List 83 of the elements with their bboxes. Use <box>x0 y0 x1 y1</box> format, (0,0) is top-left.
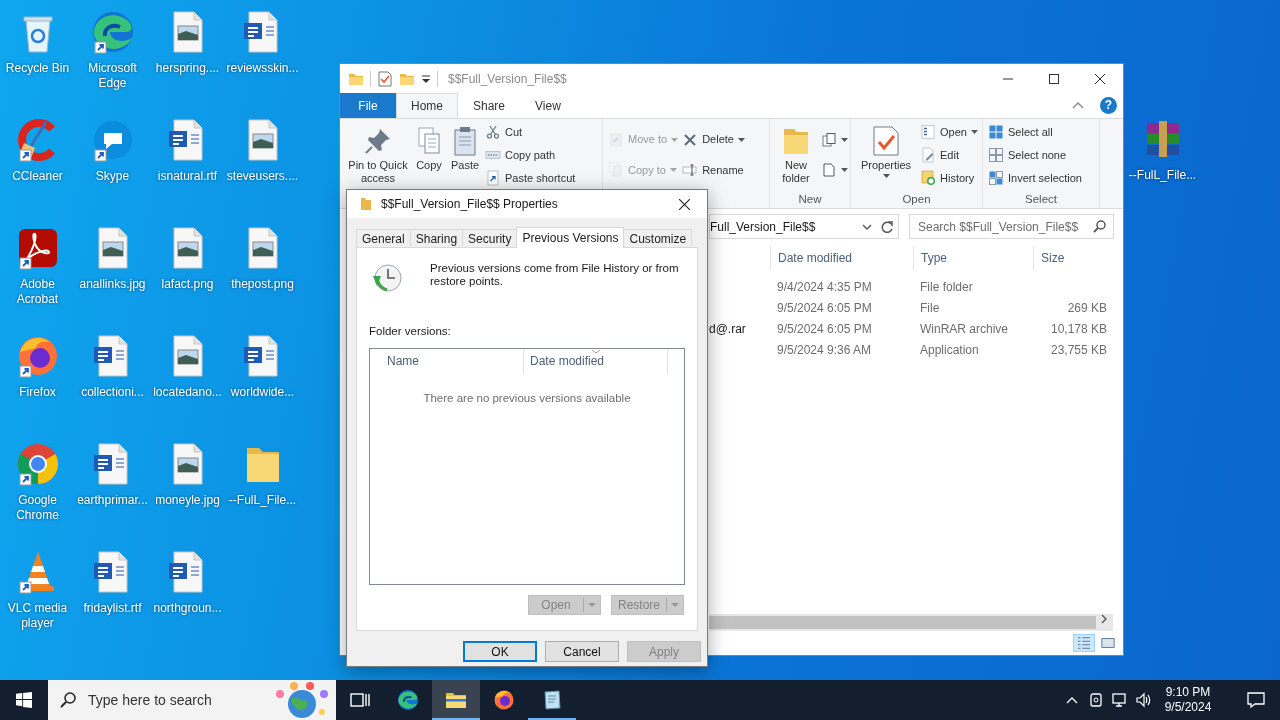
ribbon-button[interactable]: Cut <box>484 122 577 142</box>
refresh-icon[interactable] <box>880 219 894 234</box>
ribbon-button[interactable]: Rename <box>681 160 746 181</box>
windows-logo-icon <box>16 692 32 708</box>
group-label: Open <box>901 192 932 207</box>
sort-indicator-icon <box>592 350 600 355</box>
group-label: Select <box>1024 192 1058 207</box>
address-field[interactable]: Full_Version_File$$ <box>709 214 899 239</box>
versions-list[interactable]: Name Date modified There are no previous versions available <box>369 348 685 586</box>
column-header[interactable]: Size <box>1033 246 1113 270</box>
close-icon <box>678 198 690 210</box>
taskview-icon <box>350 691 370 709</box>
ribbon-button[interactable]: New folder <box>774 125 818 185</box>
type-cell-text: Application <box>919 342 980 359</box>
search-field[interactable]: Search $$Full_Version_File$$ <box>909 214 1114 239</box>
notification-icon <box>1247 691 1265 709</box>
ribbon-button[interactable]: Copy path <box>484 145 577 165</box>
ribbon-button[interactable]: Invert selection <box>987 168 1083 188</box>
desktop-icon[interactable]: --FulL_File... <box>1125 113 1200 183</box>
wave-logo-icon <box>396 688 420 712</box>
window-title: $$Full_Version_File$$ <box>448 70 567 88</box>
clock[interactable]: 9:10 PM 9/5/2024 <box>1156 685 1220 715</box>
ribbon-button[interactable]: Copy <box>412 125 446 172</box>
file-name[interactable]: d@.rar <box>709 319 770 340</box>
info-text: Previous versions come from File History or from restore points. <box>430 262 680 289</box>
ribbon-button[interactable]: Select all <box>987 122 1083 142</box>
thumbnail-view-icon <box>1101 636 1115 650</box>
date-cell-text: 9/5/2024 6:05 PM <box>776 300 873 317</box>
dialog-tab[interactable]: Previous Versions <box>516 227 625 248</box>
column-header[interactable]: Type <box>913 246 1033 270</box>
date-cell-text: 9/4/2024 4:35 PM <box>776 279 873 296</box>
taskbar-search-field[interactable]: Type here to search <box>48 680 336 720</box>
device-icon[interactable] <box>1088 692 1104 708</box>
caret-icon[interactable] <box>421 73 431 84</box>
collapse-ribbon-icon[interactable] <box>1072 102 1084 109</box>
network-icon[interactable] <box>1112 692 1128 708</box>
clock-icon <box>370 262 404 294</box>
date-cell-text: 9/5/2024 9:36 AM <box>776 342 873 359</box>
ribbon-button[interactable]: Paste <box>448 125 482 172</box>
list-view-icon <box>1077 636 1091 650</box>
ok-button[interactable]: OK <box>463 641 537 662</box>
size-cell-text: 269 KB <box>1066 300 1108 317</box>
ribbon-tab[interactable]: View <box>520 93 576 118</box>
type-cell-text: File <box>919 300 941 317</box>
horizontal-scrollbar[interactable] <box>709 614 1113 631</box>
list-label: Folder versions: <box>369 324 452 339</box>
ribbon-button[interactable]: Delete <box>681 129 746 150</box>
cancel-button[interactable]: Cancel <box>545 641 619 662</box>
ribbon-tab[interactable]: Share <box>458 93 521 118</box>
empty-message: There are no previous versions available <box>422 391 632 407</box>
size-cell-text: 23,755 KB <box>1049 342 1108 359</box>
caret-icon <box>671 603 679 608</box>
ribbon-button[interactable]: Paste shortcut <box>484 168 577 188</box>
size-cell-text: 10,178 KB <box>1049 321 1108 338</box>
chevron-down-icon[interactable] <box>862 223 872 230</box>
volume-icon[interactable] <box>1136 692 1152 708</box>
search-icon <box>1093 220 1106 233</box>
ribbon-button[interactable]: Edit <box>919 145 979 165</box>
ribbon-button[interactable]: Open <box>919 122 979 142</box>
close-icon <box>1095 73 1105 84</box>
dialog-title: $$Full_Version_File$$ Properties <box>381 196 558 213</box>
dialog-tab[interactable]: General <box>356 229 411 248</box>
ribbon-tab[interactable]: Home <box>396 93 458 118</box>
ribbon-button[interactable]: Select none <box>987 145 1083 165</box>
help-button[interactable]: ? <box>1100 97 1117 114</box>
ribbon-button[interactable]: History <box>919 168 979 188</box>
date-cell-text: 9/5/2024 6:05 PM <box>776 321 873 338</box>
column-header[interactable]: Date modified <box>770 246 913 270</box>
properties-icon[interactable] <box>377 70 393 87</box>
column-header[interactable]: Date modified <box>524 349 668 375</box>
taskbar-app-button[interactable] <box>432 680 480 720</box>
ribbon-tab[interactable]: File <box>340 93 396 118</box>
search-icon <box>60 692 76 708</box>
column-header[interactable]: Name <box>370 349 524 375</box>
fox-globe-icon <box>492 688 516 712</box>
caret-icon <box>588 603 596 608</box>
group-label: New <box>797 192 823 207</box>
type-cell-text: WinRAR archive <box>919 321 1010 338</box>
chevron-up-icon[interactable] <box>1066 696 1078 704</box>
ribbon-button[interactable]: Pin to Quick access <box>346 125 410 185</box>
maximize-icon <box>1049 73 1059 84</box>
ribbon-button[interactable]: Properties <box>855 125 917 178</box>
type-cell-text: File folder <box>919 279 974 296</box>
